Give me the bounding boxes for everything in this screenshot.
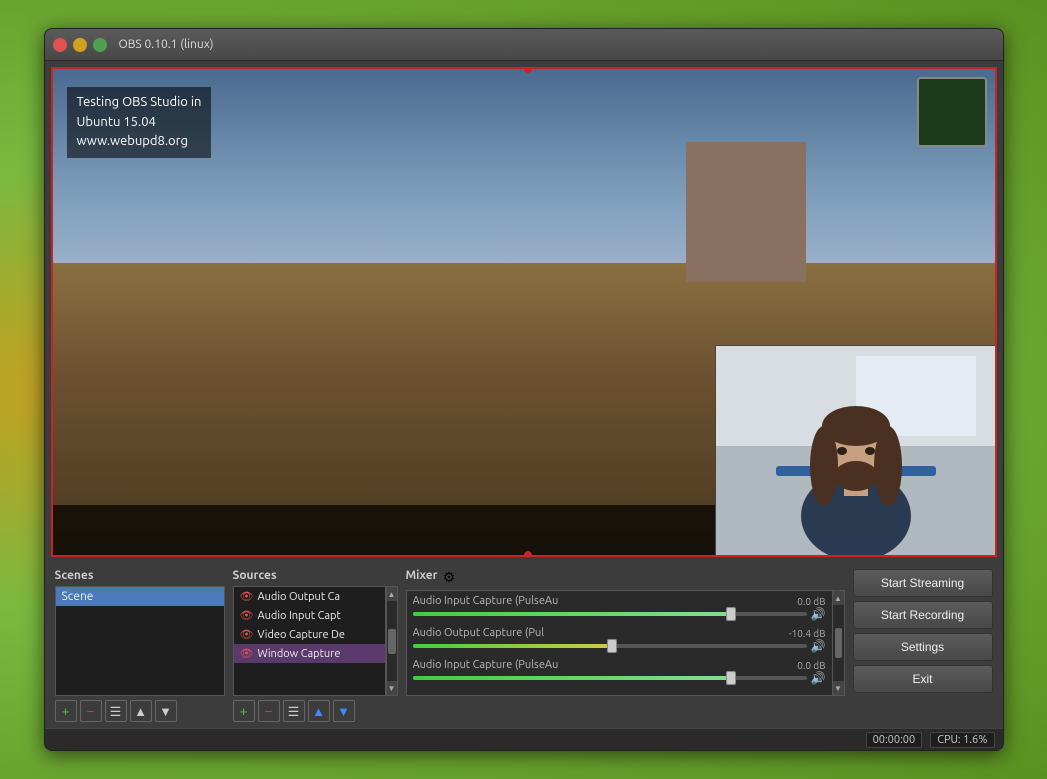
channel-3-knob[interactable] [726, 671, 736, 685]
mixer-header: Mixer ⚙ [406, 569, 845, 586]
channel-3-db: 0.0 dB [797, 660, 825, 671]
channel-2-fill [413, 644, 610, 648]
sources-section: Sources 👁 Audio Output Ca 👁 Audio Input … [233, 569, 398, 722]
timer-display: 00:00:00 [866, 732, 923, 748]
controls-section: Start Streaming Start Recording Settings… [853, 569, 993, 693]
sources-list[interactable]: 👁 Audio Output Ca 👁 Audio Input Capt 👁 V… [233, 586, 386, 696]
eye-icon-3: 👁 [240, 628, 254, 641]
preview-area: Testing OBS Studio in Ubuntu 15.04 www.w… [51, 67, 997, 557]
scenes-filter-button[interactable]: ☰ [105, 700, 127, 722]
channel-2-knob[interactable] [607, 639, 617, 653]
game-castle [686, 142, 806, 282]
maximize-button[interactable] [93, 38, 107, 52]
channel-1-name: Audio Input Capture (PulseAu [413, 595, 559, 607]
channel-3-track[interactable] [413, 676, 807, 680]
statusbar: 00:00:00 CPU: 1.6% [45, 728, 1003, 750]
scenes-add-button[interactable]: + [55, 700, 77, 722]
channel-2-fader: 🔊 [413, 639, 826, 653]
mixer-container: Audio Input Capture (PulseAu 0.0 dB 🔊 [406, 590, 845, 696]
sources-up-button[interactable]: ▲ [308, 700, 330, 722]
channel-2-track[interactable] [413, 644, 807, 648]
window-title: OBS 0.10.1 (linux) [119, 38, 214, 51]
sources-filter-button[interactable]: ☰ [283, 700, 305, 722]
channel-2-db: -10.4 dB [789, 628, 826, 639]
border-marker-top [524, 67, 532, 73]
titlebar: OBS 0.10.1 (linux) [45, 29, 1003, 61]
start-streaming-button[interactable]: Start Streaming [853, 569, 993, 597]
scenes-label: Scenes [55, 569, 225, 582]
scenes-section: Scenes Scene + − ☰ ▲ ▼ [55, 569, 225, 722]
channel-3-volume-icon[interactable]: 🔊 [811, 671, 826, 685]
sources-down-button[interactable]: ▼ [333, 700, 355, 722]
panel-row: Scenes Scene + − ☰ ▲ ▼ Sources [55, 569, 993, 722]
channel-3-fader: 🔊 [413, 671, 826, 685]
webcam-overlay [715, 345, 995, 555]
eye-icon-4: 👁 [240, 647, 254, 660]
close-button[interactable] [53, 38, 67, 52]
scene-item[interactable]: Scene [56, 587, 224, 606]
channel-1-volume-icon[interactable]: 🔊 [811, 607, 826, 621]
cpu-display: CPU: 1.6% [930, 732, 994, 748]
mixer-scrollbar[interactable]: ▲ ▼ [832, 591, 844, 695]
channel-1-knob[interactable] [726, 607, 736, 621]
sources-scroll-up[interactable]: ▲ [387, 587, 397, 601]
channel-2-volume-icon[interactable]: 🔊 [811, 639, 826, 653]
source-item-audio-out[interactable]: 👁 Audio Output Ca [234, 587, 385, 606]
mixer-scroll-up[interactable]: ▲ [833, 591, 844, 605]
mixer-scroll-thumb [835, 628, 842, 658]
mixer-channels: Audio Input Capture (PulseAu 0.0 dB 🔊 [407, 591, 832, 695]
source-item-video[interactable]: 👁 Video Capture De [234, 625, 385, 644]
scenes-down-button[interactable]: ▼ [155, 700, 177, 722]
mixer-channel-1: Audio Input Capture (PulseAu 0.0 dB 🔊 [413, 595, 826, 621]
channel-1-db: 0.0 dB [797, 596, 825, 607]
settings-button[interactable]: Settings [853, 633, 993, 661]
mixer-channel-3: Audio Input Capture (PulseAu 0.0 dB 🔊 [413, 659, 826, 685]
scenes-remove-button[interactable]: − [80, 700, 102, 722]
minimize-button[interactable] [73, 38, 87, 52]
sources-label: Sources [233, 569, 398, 582]
sources-scroll-down[interactable]: ▼ [387, 681, 397, 695]
sources-scroll-thumb [388, 629, 396, 654]
sources-scrollbar[interactable]: ▲ ▼ [386, 586, 398, 696]
channel-1-track[interactable] [413, 612, 807, 616]
mixer-label: Mixer [406, 569, 438, 582]
mixer-channel-2: Audio Output Capture (Pul -10.4 dB 🔊 [413, 627, 826, 653]
channel-3-name: Audio Input Capture (PulseAu [413, 659, 559, 671]
scenes-actions: + − ☰ ▲ ▼ [55, 700, 225, 722]
channel-1-fader: 🔊 [413, 607, 826, 621]
mixer-section: Mixer ⚙ Audio Input Capture (PulseAu 0.0… [406, 569, 845, 696]
sources-add-button[interactable]: + [233, 700, 255, 722]
scenes-list[interactable]: Scene [55, 586, 225, 696]
start-recording-button[interactable]: Start Recording [853, 601, 993, 629]
border-marker-bottom [524, 551, 532, 557]
sources-actions: + − ☰ ▲ ▼ [233, 700, 398, 722]
channel-1-fill [413, 612, 728, 616]
channel-2-name: Audio Output Capture (Pul [413, 627, 545, 639]
sources-row: 👁 Audio Output Ca 👁 Audio Input Capt 👁 V… [233, 586, 398, 696]
mixer-scroll-down[interactable]: ▼ [833, 681, 844, 695]
bottom-panel: Scenes Scene + − ☰ ▲ ▼ Sources [45, 563, 1003, 728]
sources-remove-button[interactable]: − [258, 700, 280, 722]
eye-icon-1: 👁 [240, 590, 254, 603]
overlay-text: Testing OBS Studio in Ubuntu 15.04 www.w… [67, 87, 212, 158]
game-minimap [917, 77, 987, 147]
source-item-audio-in[interactable]: 👁 Audio Input Capt [234, 606, 385, 625]
webcam-feed [716, 346, 995, 555]
channel-3-fill [413, 676, 728, 680]
source-item-window[interactable]: 👁 Window Capture [234, 644, 385, 663]
mixer-settings-icon[interactable]: ⚙ [443, 569, 456, 586]
obs-window: OBS 0.10.1 (linux) Testing OBS Studio in… [44, 28, 1004, 751]
eye-icon-2: 👁 [240, 609, 254, 622]
scenes-up-button[interactable]: ▲ [130, 700, 152, 722]
exit-button[interactable]: Exit [853, 665, 993, 693]
